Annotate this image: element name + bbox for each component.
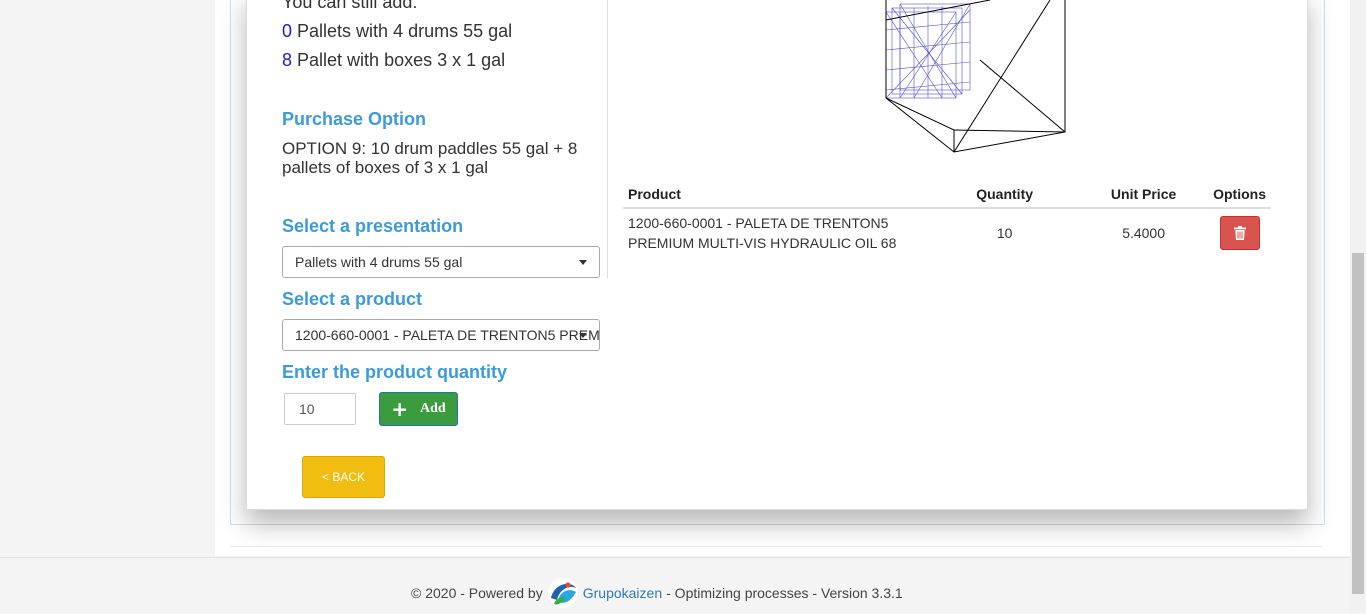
- product-select[interactable]: 1200-660-0001 - PALETA DE TRENTON5 PREMI…: [282, 319, 600, 351]
- cell-options: [1208, 208, 1271, 256]
- grupokaizen-link[interactable]: Grupokaizen: [583, 585, 662, 601]
- remaining-drums-count: 0: [282, 21, 293, 41]
- sidebar: [0, 0, 215, 556]
- col-options: Options: [1208, 180, 1271, 209]
- cell-product: 1200-660-0001 - PALETA DE TRENTON5 PREMI…: [628, 214, 897, 251]
- add-button-label: Add: [420, 401, 446, 416]
- cell-unit-price: 5.4000: [1122, 224, 1166, 241]
- footer-suffix: - Optimizing processes - Version 3.3.1: [666, 585, 903, 601]
- scrollbar-thumb[interactable]: [1352, 253, 1364, 594]
- col-product: Product: [623, 180, 931, 209]
- caret-down-icon: [579, 260, 587, 265]
- footer-separator: [230, 546, 1323, 547]
- col-unit-price: Unit Price: [1079, 180, 1209, 209]
- table-header-row: Product Quantity Unit Price Options: [623, 180, 1271, 209]
- remaining-boxes-line: 8 Pallet with boxes 3 x 1 gal: [282, 50, 505, 71]
- footer-prefix: © 2020 - Powered by: [411, 585, 543, 601]
- remaining-drums-label: Pallets with 4 drums 55 gal: [297, 21, 513, 41]
- products-table: Product Quantity Unit Price Options 1200…: [623, 180, 1271, 256]
- footer-text: © 2020 - Powered by Grupokaizen - Optimi…: [411, 576, 903, 610]
- plus-icon: +: [391, 397, 409, 421]
- caret-down-icon: [579, 333, 587, 338]
- presentation-selected-value: Pallets with 4 drums 55 gal: [295, 254, 463, 270]
- purchase-option-text: OPTION 9: 10 drum paddles 55 gal + 8 pal…: [282, 139, 578, 177]
- quantity-input[interactable]: 10: [284, 393, 356, 425]
- back-button[interactable]: < BACK: [302, 456, 385, 498]
- still-add-label: You can still add:: [282, 0, 418, 12]
- trash-icon: [1233, 225, 1246, 240]
- remaining-boxes-label: Pallet with boxes 3 x 1 gal: [297, 50, 506, 70]
- column-divider: [607, 0, 608, 278]
- product-selected-value: 1200-660-0001 - PALETA DE TRENTON5 PREMI…: [295, 327, 600, 343]
- delete-button[interactable]: [1219, 215, 1260, 250]
- cell-quantity: 10: [996, 224, 1013, 241]
- purchase-option-heading: Purchase Option: [282, 109, 427, 129]
- product-heading: Select a product: [282, 289, 423, 309]
- table-row: 1200-660-0001 - PALETA DE TRENTON5 PREMI…: [623, 208, 1271, 256]
- remaining-boxes-count: 8: [282, 50, 293, 70]
- grupokaizen-logo: [547, 578, 578, 608]
- presentation-heading: Select a presentation: [282, 216, 464, 236]
- add-button[interactable]: + Add: [379, 392, 458, 426]
- pallet-3d-wireframe: [885, 0, 1066, 153]
- col-quantity: Quantity: [930, 180, 1080, 209]
- remaining-drums-line: 0 Pallets with 4 drums 55 gal: [282, 21, 512, 42]
- quantity-heading: Enter the product quantity: [282, 362, 507, 382]
- presentation-select[interactable]: Pallets with 4 drums 55 gal: [282, 246, 600, 278]
